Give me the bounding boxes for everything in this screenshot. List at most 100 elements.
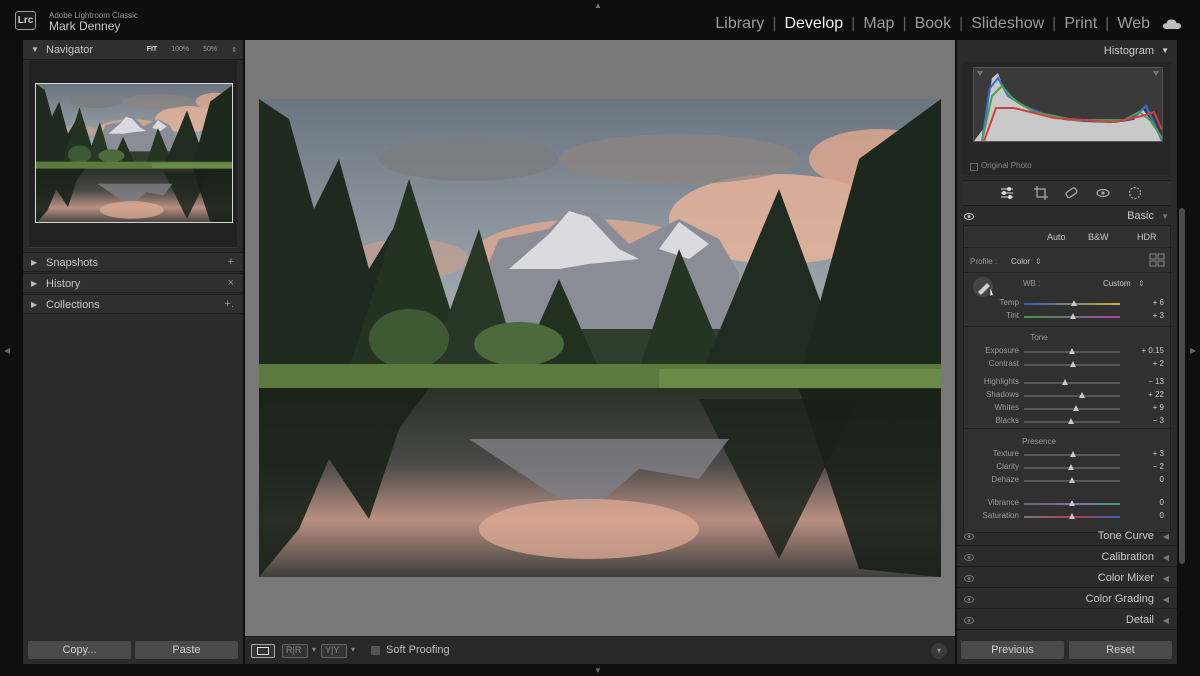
right-panel-toggle-icon[interactable]: ▶ — [1190, 346, 1196, 355]
right-panel-scrollbar[interactable] — [1179, 208, 1185, 564]
soft-proofing-checkbox[interactable] — [371, 646, 380, 655]
histogram-header[interactable]: Histogram ▼ — [957, 40, 1177, 62]
original-photo-checkbox[interactable] — [970, 163, 978, 171]
module-library[interactable]: Library — [713, 15, 766, 33]
masking-icon[interactable] — [1127, 185, 1143, 201]
toolbar-options-icon[interactable]: ▾ — [931, 643, 947, 659]
profile-select[interactable]: Color — [1011, 257, 1030, 266]
slider-track[interactable] — [1024, 300, 1120, 306]
main-photo[interactable] — [259, 99, 941, 577]
tone-curve-header[interactable]: Tone Curve ◀ — [957, 526, 1177, 546]
slider-value[interactable]: − 3 — [1124, 416, 1164, 425]
left-panel-toggle-icon[interactable]: ◀ — [4, 346, 10, 355]
slider-track[interactable] — [1024, 418, 1120, 424]
red-eye-icon[interactable] — [1095, 185, 1111, 201]
profile-browser-grid-icon[interactable] — [1149, 253, 1165, 267]
previous-button[interactable]: Previous — [961, 641, 1064, 659]
zoom-fit[interactable]: FIT — [147, 46, 158, 54]
module-map[interactable]: Map — [861, 15, 896, 33]
slider-thumb[interactable] — [1069, 348, 1075, 354]
clear-history-icon[interactable]: × — [228, 277, 234, 289]
cloud-icon[interactable] — [1162, 18, 1182, 30]
slider-thumb[interactable] — [1078, 392, 1085, 398]
hdr-button[interactable]: HDR — [1137, 232, 1157, 242]
edit-sliders-icon[interactable] — [999, 185, 1015, 201]
slider-track[interactable] — [1024, 392, 1120, 398]
add-snapshot-icon[interactable]: + — [228, 256, 234, 268]
slider-value[interactable]: − 13 — [1124, 377, 1164, 386]
highlight-clipping-icon[interactable] — [1153, 71, 1159, 76]
slider-thumb[interactable] — [1069, 513, 1075, 519]
history-header[interactable]: ▶ History × — [23, 273, 243, 293]
zoom-100[interactable]: 100% — [171, 46, 189, 54]
shadow-clipping-icon[interactable] — [977, 71, 983, 76]
expand-triangle-icon[interactable]: ◀ — [1163, 574, 1169, 583]
detail-header[interactable]: Detail ◀ — [957, 610, 1177, 630]
slider-thumb[interactable] — [1069, 477, 1075, 483]
top-panel-toggle-icon[interactable]: ▲ — [594, 1, 602, 10]
slider-thumb[interactable] — [1070, 300, 1077, 306]
crop-icon[interactable] — [1033, 185, 1049, 201]
slider-thumb[interactable] — [1068, 464, 1075, 470]
slider-value[interactable]: − 2 — [1124, 462, 1164, 471]
slider-value[interactable]: 0 — [1124, 475, 1164, 484]
wb-menu-icon[interactable]: ⇕ — [1138, 279, 1145, 288]
slider-track[interactable] — [1024, 451, 1120, 457]
expand-triangle-icon[interactable]: ▶ — [31, 279, 37, 288]
panel-visibility-eye-icon[interactable] — [964, 575, 974, 582]
panel-visibility-eye-icon[interactable] — [964, 533, 974, 540]
reset-button[interactable]: Reset — [1069, 641, 1172, 659]
slider-value[interactable]: + 3 — [1124, 449, 1164, 458]
user-name[interactable]: Mark Denney — [49, 19, 120, 33]
filmstrip-toggle-icon[interactable]: ▼ — [594, 666, 602, 675]
auto-button[interactable]: Auto — [1047, 232, 1066, 242]
slider-track[interactable] — [1024, 513, 1120, 519]
navigator-header[interactable]: ▼ Navigator FIT 100% 50% ⇕ — [23, 40, 243, 60]
before-after-lr-button[interactable]: R|R — [282, 644, 308, 658]
expand-triangle-icon[interactable]: ▶ — [31, 258, 37, 267]
snapshots-header[interactable]: ▶ Snapshots + — [23, 252, 243, 272]
slider-track[interactable] — [1024, 477, 1120, 483]
collapse-triangle-icon[interactable]: ▼ — [1161, 212, 1169, 221]
slider-value[interactable]: + 2 — [1124, 359, 1164, 368]
paste-settings-button[interactable]: Paste — [135, 641, 238, 659]
loupe-view-button[interactable] — [251, 644, 275, 658]
expand-triangle-icon[interactable]: ▶ — [31, 300, 37, 309]
slider-thumb[interactable] — [1062, 379, 1069, 385]
module-web[interactable]: Web — [1115, 15, 1152, 33]
zoom-menu-icon[interactable]: ⇕ — [231, 46, 237, 54]
slider-track[interactable] — [1024, 500, 1120, 506]
collapse-triangle-icon[interactable]: ▼ — [31, 45, 39, 54]
basic-panel-header[interactable]: Basic ▼ — [957, 208, 1177, 226]
panel-visibility-eye-icon[interactable] — [964, 213, 974, 220]
add-collection-icon[interactable]: +. — [225, 298, 234, 310]
module-book[interactable]: Book — [913, 15, 953, 33]
zoom-50[interactable]: 50% — [203, 46, 217, 54]
panel-visibility-eye-icon[interactable] — [964, 554, 974, 561]
collections-header[interactable]: ▶ Collections +. — [23, 294, 243, 314]
histogram-graph[interactable] — [973, 67, 1163, 142]
slider-value[interactable]: + 22 — [1124, 390, 1164, 399]
before-after-tb-button[interactable]: Y|Y — [321, 644, 347, 658]
collapse-triangle-icon[interactable]: ▼ — [1161, 46, 1169, 55]
calibration-header[interactable]: Calibration ◀ — [957, 547, 1177, 567]
profile-menu-icon[interactable]: ⇕ — [1035, 257, 1042, 266]
slider-track[interactable] — [1024, 348, 1120, 354]
healing-icon[interactable] — [1063, 185, 1079, 201]
expand-triangle-icon[interactable]: ◀ — [1163, 616, 1169, 625]
bw-button[interactable]: B&W — [1088, 232, 1109, 242]
slider-thumb[interactable] — [1072, 405, 1079, 411]
slider-thumb[interactable] — [1069, 451, 1076, 457]
wb-eyedropper-icon[interactable] — [972, 276, 998, 298]
slider-thumb[interactable] — [1069, 500, 1075, 506]
before-after-menu-icon[interactable]: ▾ — [351, 645, 355, 654]
copy-settings-button[interactable]: Copy... — [28, 641, 131, 659]
slider-value[interactable]: 0 — [1124, 498, 1164, 507]
before-after-menu-icon[interactable]: ▾ — [312, 645, 316, 654]
slider-value[interactable]: + 6 — [1124, 298, 1164, 307]
panel-visibility-eye-icon[interactable] — [964, 596, 974, 603]
panel-visibility-eye-icon[interactable] — [964, 617, 974, 624]
slider-thumb[interactable] — [1069, 361, 1076, 367]
expand-triangle-icon[interactable]: ◀ — [1163, 595, 1169, 604]
slider-thumb[interactable] — [1068, 418, 1075, 424]
